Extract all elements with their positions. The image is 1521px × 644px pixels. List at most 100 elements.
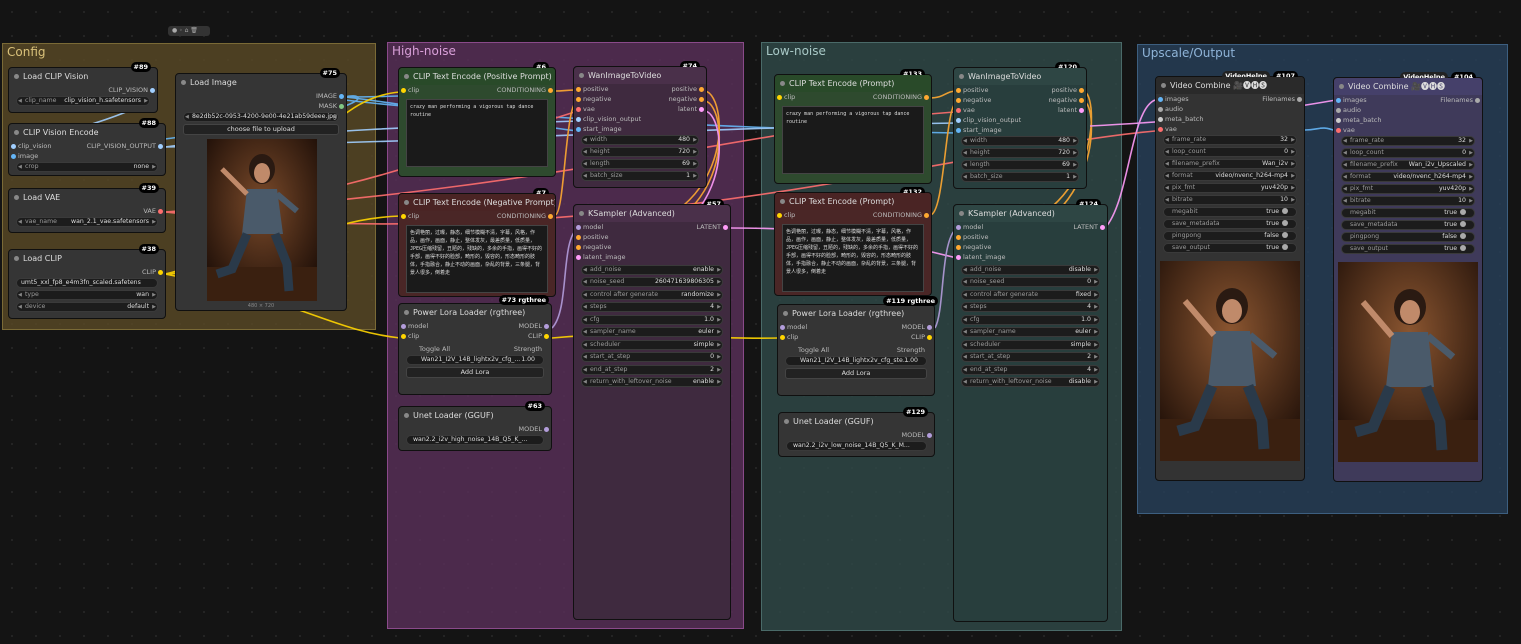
widget-sampler-name[interactable]: sampler_name euler	[581, 327, 723, 337]
widget-cfg[interactable]: cfg 1.0	[961, 314, 1100, 325]
widget-scheduler[interactable]: scheduler simple	[581, 339, 723, 350]
output-slot[interactable]	[158, 270, 163, 275]
input-slot[interactable]	[1336, 118, 1341, 123]
node-title[interactable]: Load CLIP Vision	[9, 68, 157, 85]
widget-bitrate[interactable]: bitrate 10	[1163, 195, 1297, 205]
input-slot[interactable]	[956, 108, 961, 113]
node-video-combine[interactable]: #107 VideoHelpe Video Combine 🎥🅥🅗🅢 images Fi…	[1155, 71, 1305, 481]
widget-noise-seed[interactable]: noise_seed 0	[961, 277, 1100, 287]
widget-save-output[interactable]: save_output true	[1341, 244, 1475, 254]
input-slot[interactable]	[576, 117, 581, 122]
node-clip-text-encode-positive[interactable]: #6 CLIP Text Encode (Positive Prompt) cl…	[398, 62, 556, 177]
widget-megabit[interactable]: megabit true	[1341, 208, 1475, 218]
node-title[interactable]: CLIP Text Encode (Prompt)	[775, 75, 931, 92]
widget-megabit[interactable]: megabit true	[1163, 207, 1297, 217]
widget-add-noise[interactable]: add_noise disable	[961, 264, 1100, 275]
input-slot[interactable]	[401, 334, 406, 339]
widget-batch-size[interactable]: batch_size 1	[581, 171, 699, 181]
node-clip-text-encode-positive-low[interactable]: #133 CLIP Text Encode (Prompt) clip CONDI…	[774, 69, 932, 184]
node-title[interactable]: Video Combine 🎥🅥🅗🅢	[1334, 78, 1482, 95]
input-slot[interactable]	[956, 235, 961, 240]
widget-device[interactable]: devicedefault	[16, 302, 158, 312]
node-title[interactable]: Load VAE	[9, 189, 165, 206]
node-title[interactable]: Unet Loader (GGUF)	[399, 407, 551, 424]
output-slot[interactable]	[924, 95, 929, 100]
widget-vae-name[interactable]: vae_namewan_2.1_vae.safetensors	[16, 217, 158, 227]
widget-save-metadata[interactable]: save_metadata true	[1163, 219, 1297, 229]
prompt-textarea[interactable]: crazy man performing a vigorous tap danc…	[406, 99, 548, 167]
input-slot[interactable]	[956, 128, 961, 133]
node-title[interactable]: WanImageToVideo	[574, 67, 706, 84]
input-slot[interactable]	[401, 214, 406, 219]
lora-row[interactable]: Wan21_I2V_14B_lightx2v_cfg_... 1.00	[406, 355, 544, 365]
node-title[interactable]: Unet Loader (GGUF)	[779, 413, 934, 430]
node-clip-vision-encode[interactable]: #88 CLIP Vision Encode clip_vision CLIP_V…	[8, 118, 166, 176]
node-title[interactable]: Power Lora Loader (rgthree)	[399, 304, 551, 321]
node-load-clip-vision[interactable]: #89 Load CLIP Vision CLIP_VISION clip_na…	[8, 62, 158, 113]
widget-crop[interactable]: cropnone	[16, 162, 158, 172]
input-slot[interactable]	[11, 154, 16, 159]
prompt-textarea[interactable]: 色调艳丽，过曝，静态，细节模糊不清，字幕，风格，作品，画作，画面，静止，整体发灰…	[406, 225, 548, 293]
input-slot[interactable]	[956, 245, 961, 250]
node-unet-loader-low[interactable]: #129 Unet Loader (GGUF) MODEL wan2.2_i2v…	[778, 407, 935, 457]
node-video-combine-upscaled[interactable]: #104 VideoHelpe Video Combine 🎥🅥🅗🅢 images Fi…	[1333, 72, 1483, 482]
input-slot[interactable]	[576, 245, 581, 250]
node-wan-image-to-video-low[interactable]: #120 WanImageToVideo positive positive negat…	[953, 62, 1087, 189]
input-slot[interactable]	[401, 88, 406, 93]
node-clip-text-encode-negative[interactable]: #7 CLIP Text Encode (Negative Prompt) cl…	[398, 188, 556, 297]
output-slot[interactable]	[723, 225, 728, 230]
output-slot[interactable]	[1079, 108, 1084, 113]
input-slot[interactable]	[576, 225, 581, 230]
widget-unet-name[interactable]: wan2.2_i2v_low_noise_14B_Q5_K_M...	[786, 441, 927, 451]
input-slot[interactable]	[576, 87, 581, 92]
widget-control-after-generate[interactable]: control after generate randomize	[581, 289, 723, 300]
node-load-image[interactable]: #75 Load Image IMAGE MASK 8e2db52c-0953-…	[175, 68, 347, 311]
widget-loop-count[interactable]: loop_count 0	[1341, 148, 1475, 158]
toggle-all[interactable]: Toggle All	[419, 344, 450, 354]
widget-height[interactable]: height 720	[961, 148, 1079, 158]
output-slot[interactable]	[1100, 225, 1105, 230]
widget-save-output[interactable]: save_output true	[1163, 243, 1297, 253]
widget-length[interactable]: length 69	[961, 160, 1079, 170]
widget-start-at-step[interactable]: start_at_step 2	[961, 352, 1100, 362]
output-slot[interactable]	[1475, 98, 1480, 103]
node-title[interactable]: CLIP Text Encode (Negative Prompt)	[399, 194, 555, 211]
widget-end-at-step[interactable]: end_at_step 2	[581, 364, 723, 375]
widget-pix-fmt[interactable]: pix_fmt yuv420p	[1341, 184, 1475, 194]
output-slot[interactable]	[544, 324, 549, 329]
widget-return-with-leftover-noise[interactable]: return_with_leftover_noise disable	[961, 377, 1100, 387]
output-slot[interactable]	[699, 107, 704, 112]
output-slot[interactable]	[544, 334, 549, 339]
widget-filename-prefix[interactable]: filename_prefix Wan_i2v_Upscaled	[1341, 160, 1475, 170]
input-slot[interactable]	[777, 95, 782, 100]
widget-control-after-generate[interactable]: control after generate fixed	[961, 289, 1100, 300]
node-title[interactable]: KSampler (Advanced)	[574, 205, 730, 222]
output-slot[interactable]	[548, 214, 553, 219]
node-load-clip[interactable]: #38 Load CLIP CLIP umt5_xxl_fp8_e4m3fn_s…	[8, 244, 166, 319]
widget-pingpong[interactable]: pingpong false	[1163, 231, 1297, 241]
node-title[interactable]: WanImageToVideo	[954, 68, 1086, 85]
input-slot[interactable]	[1336, 128, 1341, 133]
widget-clip-name[interactable]: clip_nameclip_vision_h.safetensors	[16, 96, 150, 106]
prompt-textarea[interactable]: 色调艳丽，过曝，静态，细节模糊不清，字幕，风格，作品，画作，画面，静止，整体发灰…	[782, 224, 924, 292]
widget-steps[interactable]: steps 4	[581, 302, 723, 312]
output-slot[interactable]	[699, 87, 704, 92]
widget-type[interactable]: typewan	[16, 290, 158, 300]
input-slot[interactable]	[1336, 108, 1341, 113]
node-unet-loader-high[interactable]: #63 Unet Loader (GGUF) MODEL wan2.2_i2v_…	[398, 401, 552, 451]
output-slot[interactable]	[548, 88, 553, 93]
node-title[interactable]: CLIP Text Encode (Prompt)	[775, 193, 931, 210]
node-clip-text-encode-negative-low[interactable]: #132 CLIP Text Encode (Prompt) clip CONDI…	[774, 187, 932, 296]
widget-return-with-leftover-noise[interactable]: return_with_leftover_noise enable	[581, 377, 723, 387]
input-slot[interactable]	[1158, 97, 1163, 102]
input-slot[interactable]	[1158, 107, 1163, 112]
widget-image-file[interactable]: 8e2db52c-0953-4200-9e00-4e21ab59deee.jpg	[183, 112, 339, 122]
output-slot[interactable]	[927, 335, 932, 340]
output-slot[interactable]	[339, 94, 344, 99]
input-slot[interactable]	[956, 98, 961, 103]
widget-unet-name[interactable]: wan2.2_i2v_high_noise_14B_Q5_K_...	[406, 435, 544, 445]
widget-height[interactable]: height 720	[581, 147, 699, 157]
node-title[interactable]: Load Image	[176, 74, 346, 91]
node-title[interactable]: Load CLIP	[9, 250, 165, 267]
widget-loop-count[interactable]: loop_count 0	[1163, 147, 1297, 157]
